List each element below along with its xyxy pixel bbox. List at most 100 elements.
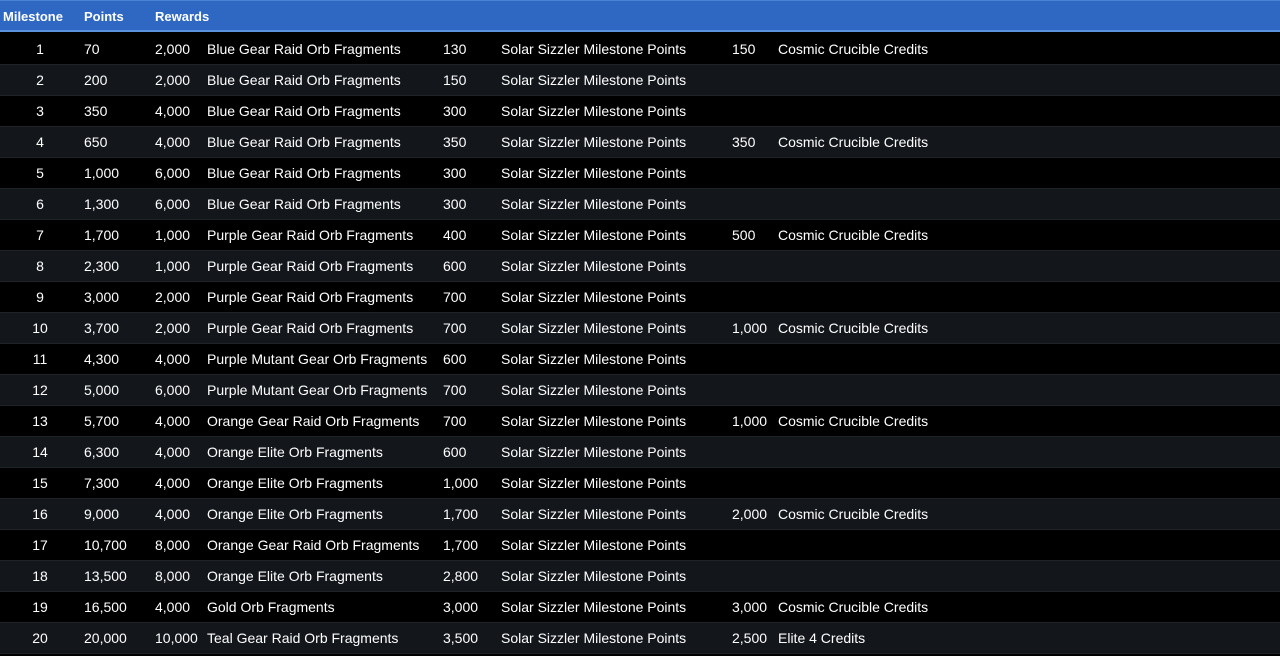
table-row: 2 200 2,000 Blue Gear Raid Orb Fragments 150…: [0, 65, 1280, 96]
table-row: 1 70 2,000 Blue Gear Raid Orb Fragments 130 S…: [0, 34, 1280, 65]
reward3-name: Elite 4 Credits: [778, 630, 866, 646]
reward1-amount: 4,000: [155, 103, 191, 119]
reward2-name: Solar Sizzler Milestone Points: [501, 41, 687, 57]
table-row: 4 650 4,000 Blue Gear Raid Orb Fragments 350…: [0, 127, 1280, 158]
reward1-name: Blue Gear Raid Orb Fragments: [207, 72, 401, 88]
table-row: 16 9,000 4,000 Orange Elite Orb Fragments 1,…: [0, 499, 1280, 530]
milestone-cell: 19: [32, 599, 48, 615]
reward1-amount: 4,000: [155, 134, 191, 150]
milestone-cell: 2: [36, 72, 44, 88]
reward1-amount: 1,000: [155, 227, 191, 243]
reward1-name: Purple Gear Raid Orb Fragments: [207, 289, 414, 305]
milestone-cell: 20: [32, 630, 48, 646]
reward2-amount: 150: [443, 72, 467, 88]
reward1-name: Purple Mutant Gear Orb Fragments: [207, 382, 428, 398]
reward2-name: Solar Sizzler Milestone Points: [501, 568, 687, 584]
reward2-amount: 700: [443, 382, 467, 398]
reward1-amount: 10,000: [155, 630, 198, 646]
points-cell: 2,300: [84, 258, 120, 274]
reward2-name: Solar Sizzler Milestone Points: [501, 537, 687, 553]
milestone-cell: 1: [36, 41, 44, 57]
reward1-amount: 8,000: [155, 568, 191, 584]
table-row: 15 7,300 4,000 Orange Elite Orb Fragments 1,…: [0, 468, 1280, 499]
table-row: 17 10,700 8,000 Orange Gear Raid Orb Fragme…: [0, 530, 1280, 561]
table-row: 3 350 4,000 Blue Gear Raid Orb Fragments 300…: [0, 96, 1280, 127]
reward1-name: Purple Gear Raid Orb Fragments: [207, 320, 414, 336]
reward1-amount: 4,000: [155, 475, 191, 491]
header-rewards: Rewards: [155, 9, 210, 24]
reward2-amount: 600: [443, 444, 467, 460]
reward2-amount: 700: [443, 413, 467, 429]
reward2-amount: 350: [443, 134, 467, 150]
reward3-amount: 1,000: [732, 320, 768, 336]
table-row: 10 3,700 2,000 Purple Gear Raid Orb Fragmen…: [0, 313, 1280, 344]
reward1-name: Blue Gear Raid Orb Fragments: [207, 103, 401, 119]
points-cell: 1,700: [84, 227, 120, 243]
table-body: 1 70 2,000 Blue Gear Raid Orb Fragments 130 S…: [0, 34, 1280, 654]
reward3-amount: 150: [732, 41, 756, 57]
milestone-cell: 13: [32, 413, 48, 429]
reward3-amount: 1,000: [732, 413, 768, 429]
reward1-amount: 2,000: [155, 289, 191, 305]
reward3-amount: 2,500: [732, 630, 768, 646]
reward2-amount: 700: [443, 289, 467, 305]
reward2-name: Solar Sizzler Milestone Points: [501, 444, 687, 460]
reward2-amount: 300: [443, 165, 467, 181]
reward2-name: Solar Sizzler Milestone Points: [501, 227, 687, 243]
table-row: 6 1,300 6,000 Blue Gear Raid Orb Fragments 3…: [0, 189, 1280, 220]
points-cell: 200: [84, 72, 108, 88]
reward2-name: Solar Sizzler Milestone Points: [501, 506, 687, 522]
milestone-cell: 4: [36, 134, 44, 150]
reward3-name: Cosmic Crucible Credits: [778, 599, 929, 615]
reward1-name: Orange Elite Orb Fragments: [207, 444, 383, 460]
points-cell: 70: [84, 41, 100, 57]
milestone-cell: 15: [32, 475, 48, 491]
milestone-cell: 5: [36, 165, 44, 181]
milestone-rewards-table: Milestone Points Rewards 1 70 2,000 Blue Ge…: [0, 0, 1280, 654]
table-row: 9 3,000 2,000 Purple Gear Raid Orb Fragment…: [0, 282, 1280, 313]
reward1-name: Orange Gear Raid Orb Fragments: [207, 537, 420, 553]
reward2-name: Solar Sizzler Milestone Points: [501, 72, 687, 88]
reward1-name: Blue Gear Raid Orb Fragments: [207, 165, 401, 181]
reward2-amount: 700: [443, 320, 467, 336]
reward2-name: Solar Sizzler Milestone Points: [501, 103, 687, 119]
reward2-name: Solar Sizzler Milestone Points: [501, 196, 687, 212]
milestone-cell: 7: [36, 227, 44, 243]
milestone-cell: 17: [32, 537, 48, 553]
points-cell: 20,000: [84, 630, 127, 646]
reward1-amount: 8,000: [155, 537, 191, 553]
reward2-name: Solar Sizzler Milestone Points: [501, 630, 687, 646]
reward1-amount: 2,000: [155, 41, 191, 57]
reward1-name: Blue Gear Raid Orb Fragments: [207, 41, 401, 57]
reward1-name: Orange Gear Raid Orb Fragments: [207, 413, 420, 429]
reward1-amount: 6,000: [155, 382, 191, 398]
table-row: 11 4,300 4,000 Purple Mutant Gear Orb Fragm…: [0, 344, 1280, 375]
table-row: 5 1,000 6,000 Blue Gear Raid Orb Fragments 3…: [0, 158, 1280, 189]
reward1-name: Blue Gear Raid Orb Fragments: [207, 196, 401, 212]
reward2-amount: 1,700: [443, 537, 479, 553]
reward1-name: Blue Gear Raid Orb Fragments: [207, 134, 401, 150]
milestone-cell: 11: [32, 351, 48, 367]
table-row: 20 20,000 10,000 Teal Gear Raid Orb Fragmen…: [0, 623, 1280, 654]
milestone-cell: 8: [36, 258, 44, 274]
points-cell: 3,700: [84, 320, 120, 336]
table-row: 7 1,700 1,000 Purple Gear Raid Orb Fragment…: [0, 220, 1280, 251]
reward2-name: Solar Sizzler Milestone Points: [501, 320, 687, 336]
reward1-amount: 4,000: [155, 444, 191, 460]
reward1-amount: 4,000: [155, 413, 191, 429]
milestone-cell: 18: [32, 568, 48, 584]
reward2-amount: 1,700: [443, 506, 479, 522]
reward3-amount: 2,000: [732, 506, 768, 522]
points-cell: 3,000: [84, 289, 120, 305]
reward2-amount: 600: [443, 258, 467, 274]
reward2-amount: 1,000: [443, 475, 479, 491]
reward1-amount: 1,000: [155, 258, 191, 274]
reward2-name: Solar Sizzler Milestone Points: [501, 382, 687, 398]
reward1-amount: 4,000: [155, 351, 191, 367]
reward2-name: Solar Sizzler Milestone Points: [501, 258, 687, 274]
table-header: Milestone Points Rewards: [0, 0, 1280, 32]
reward1-amount: 6,000: [155, 165, 191, 181]
points-cell: 16,500: [84, 599, 127, 615]
reward2-amount: 300: [443, 103, 467, 119]
points-cell: 350: [84, 103, 108, 119]
